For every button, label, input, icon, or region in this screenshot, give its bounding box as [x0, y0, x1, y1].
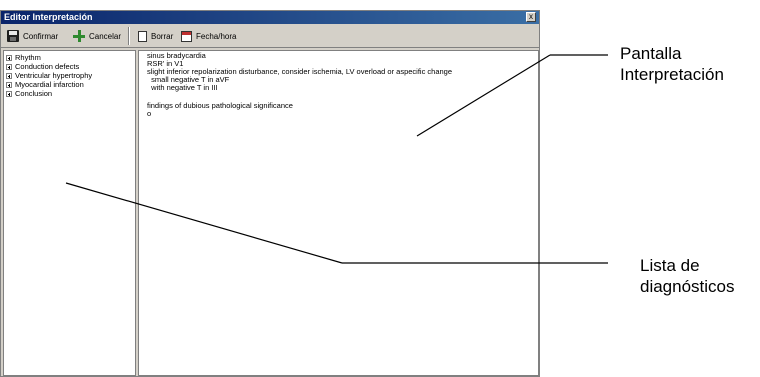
list-callout-line2: diagnósticos — [640, 277, 735, 296]
screen-callout-line1: Pantalla — [620, 44, 682, 63]
list-callout-line1: Lista de — [640, 256, 700, 275]
list-callout-label: Lista de diagnósticos — [640, 255, 735, 297]
screen-callout-line — [416, 54, 551, 137]
list-callout-line — [65, 182, 343, 264]
screen-callout-line2: Interpretación — [620, 65, 724, 84]
screen-callout-label: Pantalla Interpretación — [620, 43, 724, 85]
